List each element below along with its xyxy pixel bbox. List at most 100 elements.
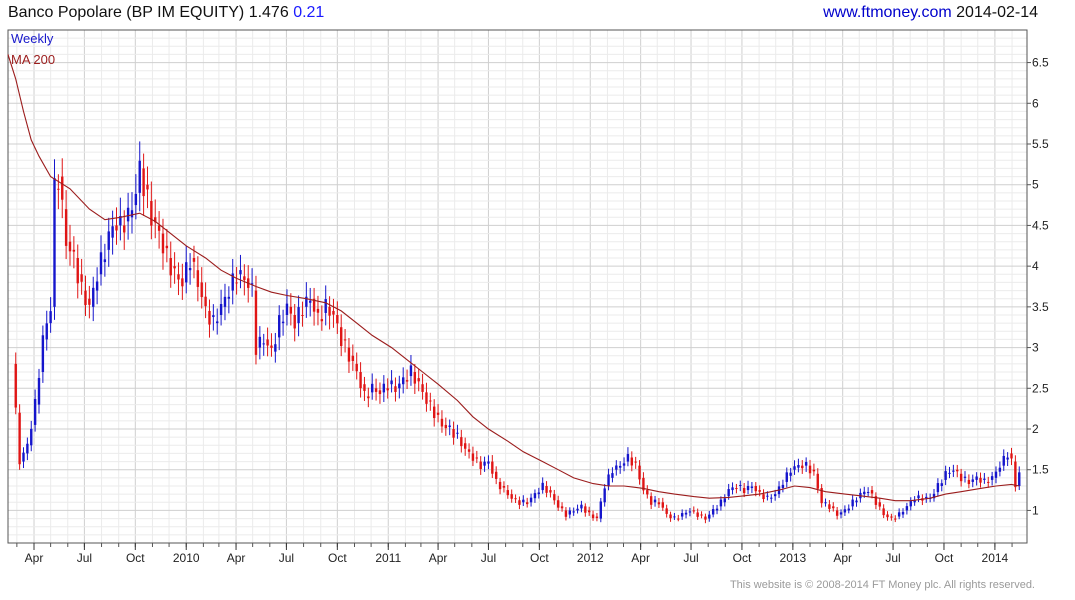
candle-body-up (731, 487, 734, 491)
candle-body-up (219, 304, 223, 315)
candle-body-up (274, 344, 277, 352)
candle-body-down (661, 502, 664, 508)
candle-body-down (115, 225, 118, 231)
x-tick-label: Apr (833, 551, 852, 565)
x-tick-label: 2010 (173, 551, 200, 565)
candle-body-up (262, 343, 265, 345)
candle-body-up (402, 377, 405, 385)
candle-body-up (45, 323, 48, 340)
candle-body-down (123, 225, 126, 233)
candle-body-up (750, 486, 754, 489)
candle-body-down (72, 249, 76, 252)
candle-body-down (808, 465, 812, 474)
candle-body-down (444, 424, 448, 429)
candle-body-up (866, 491, 870, 493)
candle-body-up (603, 488, 606, 503)
candle-body-down (157, 225, 161, 231)
candle-body-down (177, 274, 180, 280)
y-tick-label: 1 (1032, 503, 1039, 517)
y-tick-label: 1.5 (1032, 463, 1049, 477)
candle-body-down (363, 384, 366, 391)
candle-body-down (88, 298, 91, 305)
x-tick-label: Oct (126, 551, 145, 565)
price-chart: 1 1.5 2 2.5 3 3.5 4 4.5 5 5.5 6 6.5 Apr Jul Oct 2010 Apr… (7, 29, 1049, 565)
x-tick-label: Jul (683, 551, 698, 565)
candle-body-down (64, 209, 68, 246)
candle-body-down (367, 396, 370, 399)
candle-body-down (452, 429, 455, 438)
candle-body-down (518, 500, 521, 505)
candle-body-up (746, 485, 750, 491)
candle-body-up (37, 377, 41, 405)
x-tick-label: 2014 (982, 551, 1009, 565)
candle-body-down (417, 378, 420, 382)
candle-body-down (646, 490, 649, 495)
candle-body-down (979, 477, 982, 483)
candle-body-up (607, 474, 610, 486)
candle-body-up (901, 511, 905, 515)
candle-body-up (522, 499, 525, 503)
candle-body-down (553, 494, 556, 501)
candle-body-up (487, 461, 490, 464)
candle-body-up (618, 465, 622, 468)
candle-body-down (665, 508, 668, 514)
candle-body-up (49, 311, 52, 324)
candle-body-down (494, 471, 498, 479)
candle-body-down (14, 363, 17, 408)
candle-body-down (754, 486, 757, 492)
candle-body-down (677, 518, 680, 520)
candle-body-up (998, 467, 1002, 472)
candle-body-up (448, 425, 451, 427)
candle-body-down (545, 486, 548, 493)
candle-body-down (758, 490, 761, 492)
candle-body-up (223, 296, 227, 307)
candle-body-up (130, 210, 134, 218)
x-tick-label: 2012 (577, 551, 604, 565)
candle-body-down (1014, 461, 1017, 488)
candle-body-up (963, 476, 967, 478)
candle-body-up (529, 497, 533, 503)
candle-body-up (258, 336, 262, 348)
candle-body-down (429, 400, 432, 402)
candle-body-down (374, 388, 378, 392)
candle-body-down (460, 437, 463, 447)
candle-body-down (828, 504, 831, 509)
candle-body-up (905, 506, 909, 511)
candle-body-down (832, 506, 835, 509)
candle-body-up (994, 471, 998, 478)
candle-body-down (479, 461, 482, 469)
candle-body-down (76, 258, 79, 284)
candle-body-up (952, 470, 955, 472)
candle-body-down (735, 488, 738, 490)
candle-body-up (680, 513, 684, 517)
candle-body-down (84, 290, 87, 305)
candle-body-down (816, 473, 819, 489)
candle-body-up (843, 509, 847, 513)
candle-body-up (739, 485, 742, 487)
candle-body-down (890, 516, 893, 518)
y-tick-label: 5 (1032, 178, 1039, 192)
candle-body-up (944, 471, 947, 480)
candle-body-down (491, 461, 494, 474)
candle-body-down (200, 282, 203, 298)
candle-body-up (847, 508, 850, 511)
candle-body-up (719, 499, 723, 507)
candle-body-up (673, 516, 676, 518)
candle-body-up (789, 472, 792, 476)
legend-weekly: Weekly (11, 31, 54, 46)
candle-body-up (863, 491, 866, 495)
candle-body-down (514, 498, 517, 500)
x-tick-label: 2013 (780, 551, 807, 565)
y-tick-label: 6 (1032, 96, 1039, 110)
candle-body-up (576, 508, 579, 511)
candle-body-up (324, 299, 327, 313)
candle-body-down (386, 388, 389, 391)
x-tick-label: Jul (77, 551, 92, 565)
candle-body-up (22, 452, 25, 462)
candle-body-down (584, 506, 587, 513)
candle-body-down (289, 306, 293, 314)
candle-body-up (456, 432, 459, 434)
candle-body-up (568, 510, 572, 515)
candle-body-up (398, 383, 401, 389)
candle-body-down (436, 412, 440, 415)
